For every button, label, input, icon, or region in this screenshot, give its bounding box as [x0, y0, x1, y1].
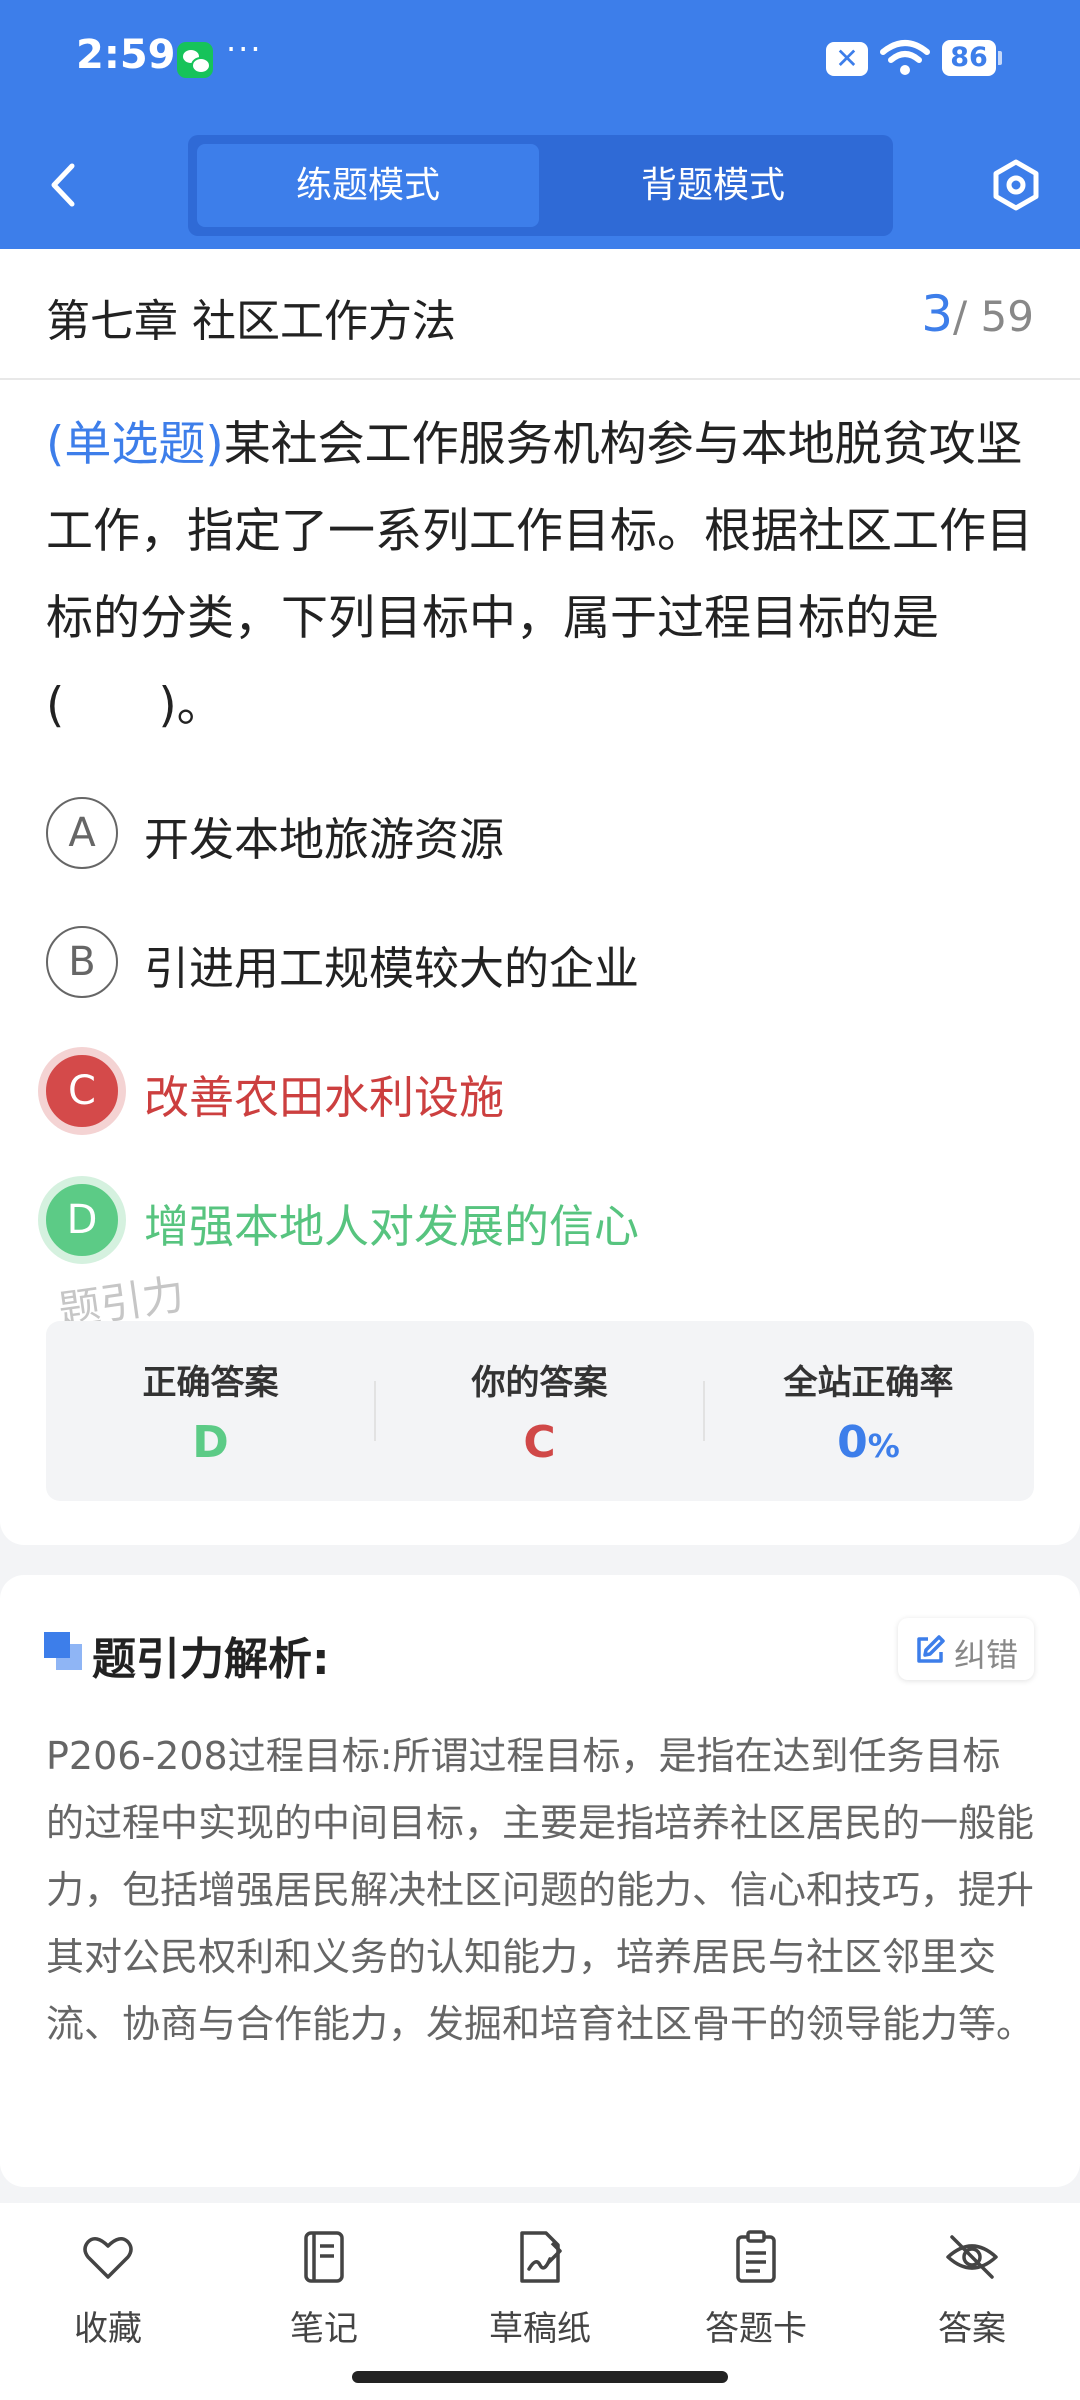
analysis-text: P206-208过程目标:所谓过程目标，是指在达到任务目标的过程中实现的中间目标…	[46, 1734, 1035, 2046]
home-indicator[interactable]	[352, 2371, 728, 2383]
correct-answer-label: 正确答案	[142, 1363, 279, 1403]
accuracy-label: 全站正确率	[783, 1363, 954, 1403]
heart-icon	[83, 2237, 133, 2279]
battery-indicator: 86	[942, 40, 1002, 76]
answer-summary: 正确答案 D 你的答案 C 全站正确率 0%	[46, 1321, 1034, 1501]
option-d-letter: D	[46, 1184, 118, 1256]
option-c-text: 改善农田水利设施	[144, 1071, 505, 1124]
nav-answer-card-label: 答题卡	[705, 2309, 807, 2349]
accuracy-number: 0	[837, 1417, 868, 1468]
wifi-icon	[880, 40, 930, 75]
current-question-number: 3	[921, 285, 954, 343]
nav-show-answer-label: 答案	[938, 2309, 1006, 2349]
option-a-text: 开发本地旅游资源	[144, 813, 505, 866]
option-a-letter: A	[46, 797, 118, 869]
chapter-row: 第七章 社区工作方法 3/ 59	[0, 249, 1080, 380]
your-answer-value: C	[523, 1417, 556, 1468]
draft-icon	[520, 2231, 562, 2283]
status-time: 2:59	[76, 32, 176, 78]
nav-favorite-label: 收藏	[74, 2309, 142, 2349]
report-error-button[interactable]: 纠错	[898, 1618, 1034, 1680]
nav-answer-card[interactable]: 答题卡	[648, 2221, 864, 2361]
mode-switch: 练题模式 背题模式	[188, 135, 893, 236]
option-a[interactable]: A 开发本地旅游资源	[42, 793, 1032, 873]
nav-notes-label: 笔记	[290, 2309, 358, 2349]
question-progress: 3/ 59	[921, 285, 1034, 343]
eye-off-icon	[946, 2235, 998, 2279]
question-type: (单选题)	[46, 417, 224, 472]
status-more-dots: ···	[226, 30, 263, 68]
nav-draft-label: 草稿纸	[489, 2309, 591, 2349]
nav-favorite[interactable]: 收藏	[0, 2221, 216, 2361]
option-c-letter: C	[46, 1055, 118, 1127]
your-answer-label: 你的答案	[471, 1363, 608, 1403]
report-error-label: 纠错	[954, 1636, 1019, 1674]
close-notification-icon: ✕	[826, 42, 868, 76]
option-b-letter: B	[46, 926, 118, 998]
analysis-squares-icon	[44, 1632, 82, 1670]
wechat-icon	[177, 42, 213, 78]
option-d[interactable]: D 增强本地人对发展的信心	[42, 1180, 1032, 1260]
nav-draft[interactable]: 草稿纸	[432, 2221, 648, 2361]
question-text: (单选题)某社会工作服务机构参与本地脱贫攻坚工作，指定了一系列工作目标。根据社区…	[46, 401, 1036, 749]
option-d-text: 增强本地人对发展的信心	[144, 1200, 640, 1253]
accuracy-col: 全站正确率 0%	[704, 1321, 1033, 1501]
settings-icon[interactable]	[990, 159, 1042, 211]
question-card: 第七章 社区工作方法 3/ 59 (单选题)某社会工作服务机构参与本地脱贫攻坚工…	[0, 249, 1080, 1545]
correct-answer-col: 正确答案 D	[46, 1321, 375, 1501]
tab-practice-mode[interactable]: 练题模式	[197, 144, 539, 227]
analysis-card: 题引力解析: 纠错 P206-208过程目标:所谓过程目标，是指在达到任务目标的…	[0, 1575, 1080, 2187]
notebook-icon	[304, 2231, 344, 2283]
option-b[interactable]: B 引进用工规模较大的企业	[42, 922, 1032, 1002]
accuracy-value: 0%	[704, 1417, 1033, 1468]
answer-card-icon	[736, 2230, 776, 2283]
chapter-title: 第七章 社区工作方法	[46, 296, 456, 347]
nav-show-answer[interactable]: 答案	[864, 2221, 1080, 2361]
accuracy-unit: %	[867, 1427, 900, 1465]
your-answer-col: 你的答案 C	[375, 1321, 704, 1501]
option-c[interactable]: C 改善农田水利设施	[42, 1051, 1032, 1131]
total-questions: / 59	[953, 292, 1034, 341]
top-bar: 2:59 ··· ✕ 86 练题模式 背题模式	[0, 0, 1080, 249]
edit-icon	[917, 1635, 945, 1663]
back-arrow-icon[interactable]	[46, 160, 80, 210]
option-b-text: 引进用工规模较大的企业	[144, 942, 640, 995]
tab-memorize-mode[interactable]: 背题模式	[542, 144, 884, 227]
correct-answer-value: D	[192, 1417, 229, 1468]
nav-notes[interactable]: 笔记	[216, 2221, 432, 2361]
analysis-title: 题引力解析:	[92, 1634, 330, 1685]
